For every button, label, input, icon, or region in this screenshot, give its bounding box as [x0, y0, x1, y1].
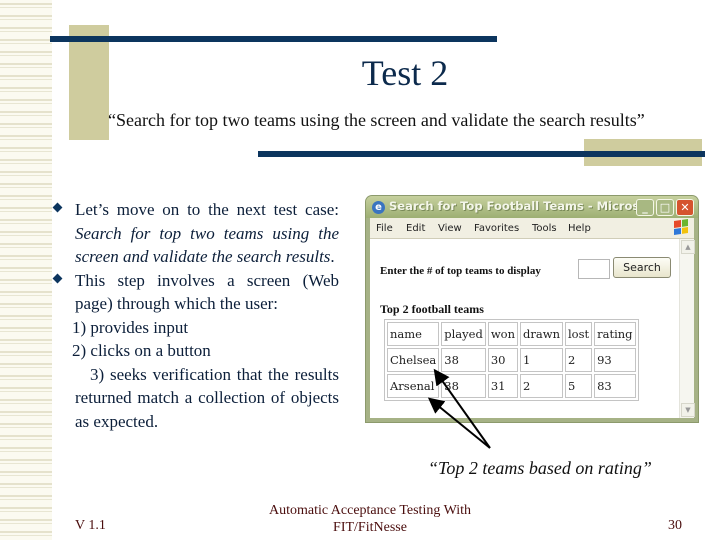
- table-row: Chelsea 38 30 1 2 93: [387, 348, 636, 372]
- menu-tools[interactable]: Tools: [532, 223, 557, 234]
- diamond-bullet-icon: [52, 202, 63, 213]
- minimize-button[interactable]: _: [636, 199, 654, 216]
- bullet-text: Let’s move on to the next test case:: [75, 200, 339, 219]
- footer-title: Automatic Acceptance Testing With FIT/Fi…: [240, 502, 500, 536]
- windows-logo-icon: [674, 219, 688, 235]
- bullet-text: .: [330, 247, 335, 266]
- decorative-navy-bar: [258, 151, 705, 157]
- column-header: played: [441, 322, 486, 346]
- scroll-up-icon[interactable]: ▲: [681, 240, 695, 254]
- bullet-item: Let’s move on to the next test case: Sea…: [52, 198, 339, 269]
- footer-version: V 1.1: [75, 518, 106, 533]
- scroll-down-icon[interactable]: ▼: [681, 403, 695, 417]
- table-cell: 83: [594, 374, 636, 398]
- decorative-navy-bar: [50, 36, 497, 42]
- menu-file[interactable]: File: [376, 223, 393, 234]
- table-cell: 1: [520, 348, 563, 372]
- column-header: lost: [564, 322, 593, 346]
- page-number: 30: [668, 518, 682, 533]
- step-item: 2) clicks on a button: [72, 341, 211, 360]
- table-cell: 5: [564, 374, 593, 398]
- menu-edit[interactable]: Edit: [406, 223, 425, 234]
- table-cell: 93: [594, 348, 636, 372]
- footer-title-line: Automatic Acceptance Testing With: [268, 503, 472, 518]
- bullet-text-italic: Search for top two teams using the scree…: [75, 223, 339, 267]
- footer-title-line: FIT/FitNesse: [333, 520, 407, 535]
- menu-help[interactable]: Help: [568, 223, 591, 234]
- step-item: 3) seeks verification that the results r…: [75, 364, 339, 431]
- table-cell: 38: [441, 374, 486, 398]
- table-cell: 38: [441, 348, 486, 372]
- maximize-button[interactable]: □: [656, 199, 674, 216]
- table-cell: 2: [564, 348, 593, 372]
- close-button[interactable]: ✕: [676, 199, 694, 216]
- browser-window-screenshot: e Search for Top Football Teams - Micros…: [366, 196, 698, 422]
- column-header: won: [487, 322, 519, 346]
- slide-title: Test 2: [361, 53, 449, 93]
- table-cell: Chelsea: [387, 348, 440, 372]
- column-header: rating: [594, 322, 636, 346]
- table-row: Arsenal 38 31 2 5 83: [387, 374, 636, 398]
- bullet-text: This step involves a screen (Web page) t…: [75, 270, 339, 314]
- teams-count-input[interactable]: [578, 259, 610, 279]
- page-content: Enter the # of top teams to display Sear…: [370, 239, 695, 418]
- bullet-list: Let’s move on to the next test case: Sea…: [52, 198, 339, 433]
- teams-count-label: Enter the # of top teams to display: [380, 265, 541, 277]
- column-header: name: [387, 322, 440, 346]
- window-titlebar[interactable]: e Search for Top Football Teams - Micros…: [366, 196, 698, 218]
- menu-view[interactable]: View: [438, 223, 462, 234]
- ie-logo-icon: e: [372, 201, 385, 214]
- diamond-bullet-icon: [52, 273, 63, 283]
- search-button[interactable]: Search: [613, 257, 671, 278]
- results-heading: Top 2 football teams: [380, 302, 484, 316]
- column-header: drawn: [520, 322, 563, 346]
- window-title: Search for Top Football Teams - Micros..…: [389, 199, 653, 213]
- vertical-scrollbar[interactable]: ▲ ▼: [679, 239, 695, 418]
- annotation-caption: “Top 2 teams based on rating”: [428, 458, 652, 478]
- step-item: 1) provides input: [72, 317, 189, 337]
- table-cell: 30: [487, 348, 519, 372]
- table-cell: Arsenal: [387, 374, 440, 398]
- menu-favorites[interactable]: Favorites: [474, 223, 519, 234]
- table-cell: 2: [520, 374, 563, 398]
- results-table: name played won drawn lost rating Chelse…: [384, 319, 639, 401]
- bullet-item: This step involves a screen (Web page) t…: [52, 269, 339, 316]
- menu-bar: File Edit View Favorites Tools Help: [370, 218, 694, 239]
- table-header-row: name played won drawn lost rating: [387, 322, 636, 346]
- slide-subtitle: “Search for top two teams using the scre…: [108, 110, 645, 130]
- table-cell: 31: [487, 374, 519, 398]
